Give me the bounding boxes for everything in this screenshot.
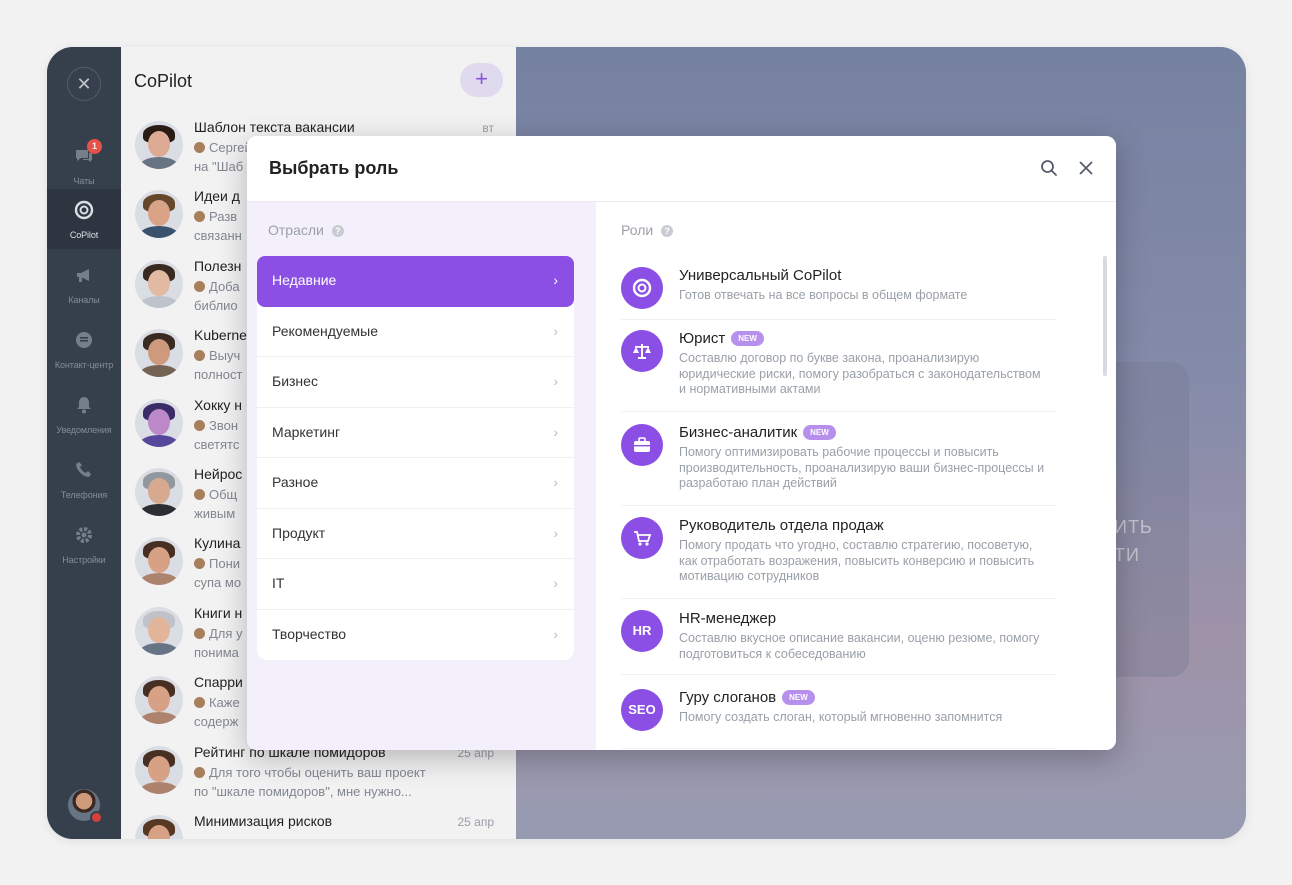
help-icon[interactable]: ? bbox=[661, 225, 674, 237]
role-name: Универсальный CoPilot bbox=[679, 267, 842, 284]
industry-label: Бизнес bbox=[272, 373, 318, 389]
roles-label-text: Роли bbox=[621, 222, 654, 238]
new-badge: NEW bbox=[803, 425, 836, 440]
industries-panel: Отрасли ? Недавние › Рекомендуемые › Бизнес ›… bbox=[247, 202, 596, 750]
modal-title: Выбрать роль bbox=[269, 158, 399, 178]
chevron-right-icon: › bbox=[553, 474, 558, 490]
role-name: Руководитель отдела продаж bbox=[679, 517, 884, 534]
role-item[interactable]: Бизнес-аналитик NEW Помогу оптимизировать … bbox=[621, 424, 1056, 506]
chevron-right-icon: › bbox=[553, 575, 558, 591]
roles-panel: Роли ? Универсальный CoPilot Готов отвеча… bbox=[596, 202, 1116, 750]
role-name-row: HR-менеджер bbox=[679, 610, 776, 627]
industries-label: Отрасли ? bbox=[268, 222, 344, 238]
scales-icon bbox=[621, 330, 663, 372]
role-description: Помогу продать что угодно, составлю стра… bbox=[679, 538, 1035, 583]
role-item[interactable]: Юрист NEW Составлю договор по букве закона… bbox=[621, 330, 1056, 412]
chevron-right-icon: › bbox=[553, 373, 558, 389]
role-name-row: Юрист NEW bbox=[679, 330, 764, 347]
role-name: Гуру слоганов bbox=[679, 689, 777, 706]
role-description: Составлю вкусное описание вакансии, оцен… bbox=[679, 631, 1040, 661]
close-icon[interactable] bbox=[1076, 158, 1096, 178]
roles-scrollbar[interactable] bbox=[1103, 256, 1107, 376]
industry-item[interactable]: Маркетинг › bbox=[257, 408, 574, 458]
help-icon[interactable]: ? bbox=[331, 225, 344, 237]
role-item[interactable]: Руководитель отдела продаж Помогу продать… bbox=[621, 517, 1056, 599]
role-description: Составлю договор по букве закона, проана… bbox=[679, 351, 1041, 396]
industries-label-text: Отрасли bbox=[268, 222, 324, 238]
industry-label: IT bbox=[272, 575, 285, 591]
industry-item[interactable]: Разное › bbox=[257, 458, 574, 509]
roles-label: Роли ? bbox=[621, 222, 674, 238]
chevron-right-icon: › bbox=[553, 625, 558, 642]
industry-item[interactable]: Рекомендуемые › bbox=[257, 307, 574, 357]
briefcase-icon bbox=[621, 424, 663, 466]
search-icon[interactable] bbox=[1040, 159, 1058, 177]
new-badge: NEW bbox=[731, 331, 764, 346]
role-item[interactable]: Универсальный CoPilot Готов отвечать на в… bbox=[621, 267, 1056, 320]
chevron-right-icon: › bbox=[553, 272, 558, 288]
industry-label: Маркетинг bbox=[272, 423, 341, 440]
copilot-icon bbox=[621, 267, 663, 309]
industry-item[interactable]: Творчество › bbox=[257, 610, 574, 661]
role-item[interactable]: SEO Гуру слоганов NEW Помогу создать слоган… bbox=[621, 689, 1056, 749]
industry-label: Творчество bbox=[272, 625, 347, 642]
industries-list: Недавние › Рекомендуемые › Бизнес › Маркетинг ›… bbox=[257, 256, 574, 660]
role-name-row: Бизнес-аналитик NEW bbox=[679, 424, 836, 441]
role-name-row: Руководитель отдела продаж bbox=[679, 517, 884, 534]
industry-item[interactable]: IT › bbox=[257, 559, 574, 610]
industry-item[interactable]: Бизнес › bbox=[257, 357, 574, 408]
role-item[interactable]: HR HR-менеджер Составлю вкусное описание в… bbox=[621, 610, 1056, 675]
choose-role-modal: Выбрать роль Отрасли ? Недавние › Рекоменд… bbox=[247, 136, 1116, 750]
role-name: HR-менеджер bbox=[679, 610, 777, 627]
industry-label: Продукт bbox=[272, 524, 326, 541]
industry-label: Разное bbox=[272, 474, 319, 490]
new-badge: NEW bbox=[782, 690, 815, 705]
industry-label: Рекомендуемые bbox=[272, 322, 378, 339]
role-name-row: Универсальный CoPilot bbox=[679, 267, 841, 284]
role-description: Готов отвечать на все вопросы в общем фо… bbox=[679, 288, 968, 302]
chevron-right-icon: › bbox=[553, 322, 558, 339]
chevron-right-icon: › bbox=[553, 524, 558, 541]
role-description: Помогу создать слоган, который мгновенно… bbox=[679, 710, 1003, 724]
role-name: Бизнес-аналитик bbox=[679, 424, 798, 441]
role-text-icon: SEO bbox=[621, 689, 663, 731]
role-text-icon: HR bbox=[621, 610, 663, 652]
modal-header: Выбрать роль bbox=[247, 136, 1116, 202]
chevron-right-icon: › bbox=[553, 423, 558, 440]
industry-item[interactable]: Продукт › bbox=[257, 509, 574, 559]
role-name: Юрист bbox=[679, 330, 726, 347]
role-description: Помогу оптимизировать рабочие процессы и… bbox=[679, 445, 1045, 490]
industry-label: Недавние bbox=[272, 272, 337, 288]
role-name-row: Гуру слоганов NEW bbox=[679, 689, 815, 706]
industry-item[interactable]: Недавние › bbox=[257, 256, 574, 307]
cart-icon bbox=[621, 517, 663, 559]
